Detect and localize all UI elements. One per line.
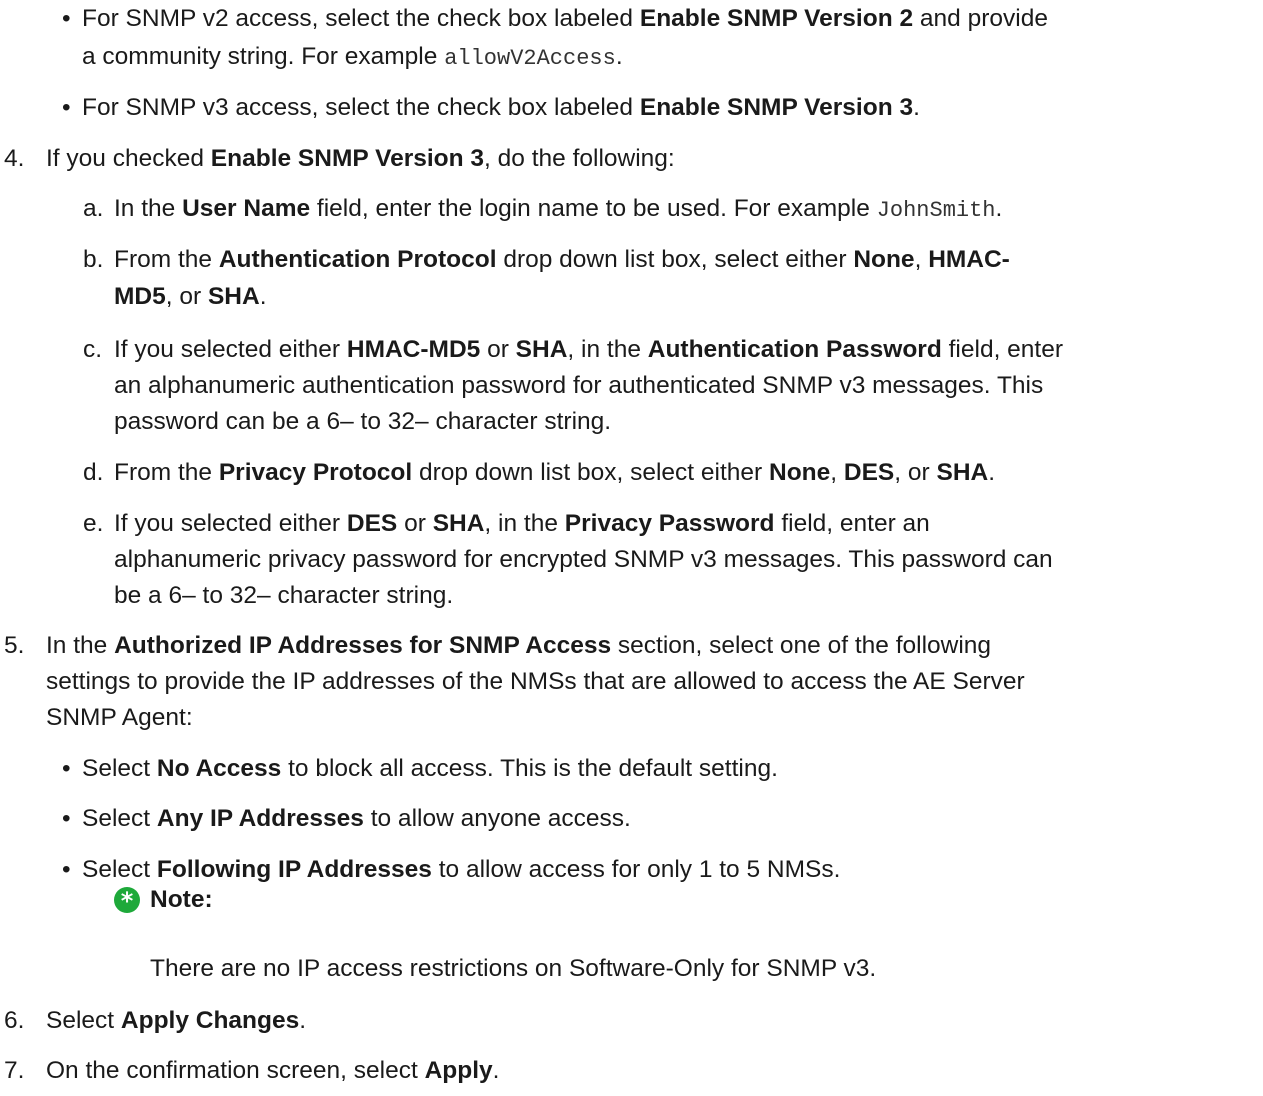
bullet-marker: •: [62, 5, 71, 32]
step-number: 5.: [4, 632, 25, 659]
bullet-no-access: Select No Access to block all access. Th…: [82, 755, 778, 782]
substep-e-text-cont: alphanumeric privacy password for encryp…: [114, 546, 1053, 573]
step-5-text-cont: settings to provide the IP addresses of …: [46, 668, 1025, 695]
user-name-example: JohnSmith: [876, 198, 996, 223]
bullet-following-ip: Select Following IP Addresses to allow a…: [82, 856, 841, 883]
substep-letter: e.: [83, 510, 104, 537]
substep-c-text-cont: password can be a 6– to 32– character st…: [114, 408, 612, 435]
substep-e-text-cont: be a 6– to 32– character string.: [114, 582, 454, 609]
step-6-text: Select Apply Changes.: [46, 1007, 307, 1034]
note-text: There are no IP access restrictions on S…: [150, 955, 877, 982]
step-number: 7.: [4, 1057, 25, 1084]
step-5-text: In the Authorized IP Addresses for SNMP …: [46, 632, 992, 659]
step-4-text: If you checked Enable SNMP Version 3, do…: [46, 145, 675, 172]
step-number: 6.: [4, 1007, 25, 1034]
step-5-text-cont: SNMP Agent:: [46, 704, 193, 731]
substep-letter: a.: [83, 195, 104, 222]
substep-e-text: If you selected either DES or SHA, in th…: [114, 510, 930, 537]
substep-c-text: If you selected either HMAC-MD5 or SHA, …: [114, 336, 1064, 363]
bullet-text-snmp-v2: For SNMP v2 access, select the check box…: [82, 5, 1048, 32]
substep-d-text: From the Privacy Protocol drop down list…: [114, 459, 996, 486]
substep-letter: d.: [83, 459, 104, 486]
substep-letter: c.: [83, 336, 103, 363]
note-star-icon: *: [114, 887, 140, 915]
bullet-marker: •: [62, 805, 71, 832]
bullet-text-snmp-v2-cont: a community string. For example allowV2A…: [82, 43, 623, 71]
bullet-text-snmp-v3: For SNMP v3 access, select the check box…: [82, 94, 920, 121]
note-label: Note:: [150, 886, 213, 913]
substep-b-text: From the Authentication Protocol drop do…: [114, 246, 1010, 273]
bullet-any-ip: Select Any IP Addresses to allow anyone …: [82, 805, 631, 832]
substep-c-text-cont: an alphanumeric authentication password …: [114, 372, 1044, 399]
substep-letter: b.: [83, 246, 104, 273]
bullet-marker: •: [62, 94, 71, 121]
substep-a-text: In the User Name field, enter the login …: [114, 195, 1003, 223]
step-7-text: On the confirmation screen, select Apply…: [46, 1057, 500, 1084]
substep-b-text-cont: MD5, or SHA.: [114, 283, 267, 310]
community-string-example: allowV2Access: [444, 46, 616, 71]
bullet-marker: •: [62, 755, 71, 782]
bullet-marker: •: [62, 856, 71, 883]
step-number: 4.: [4, 145, 25, 172]
